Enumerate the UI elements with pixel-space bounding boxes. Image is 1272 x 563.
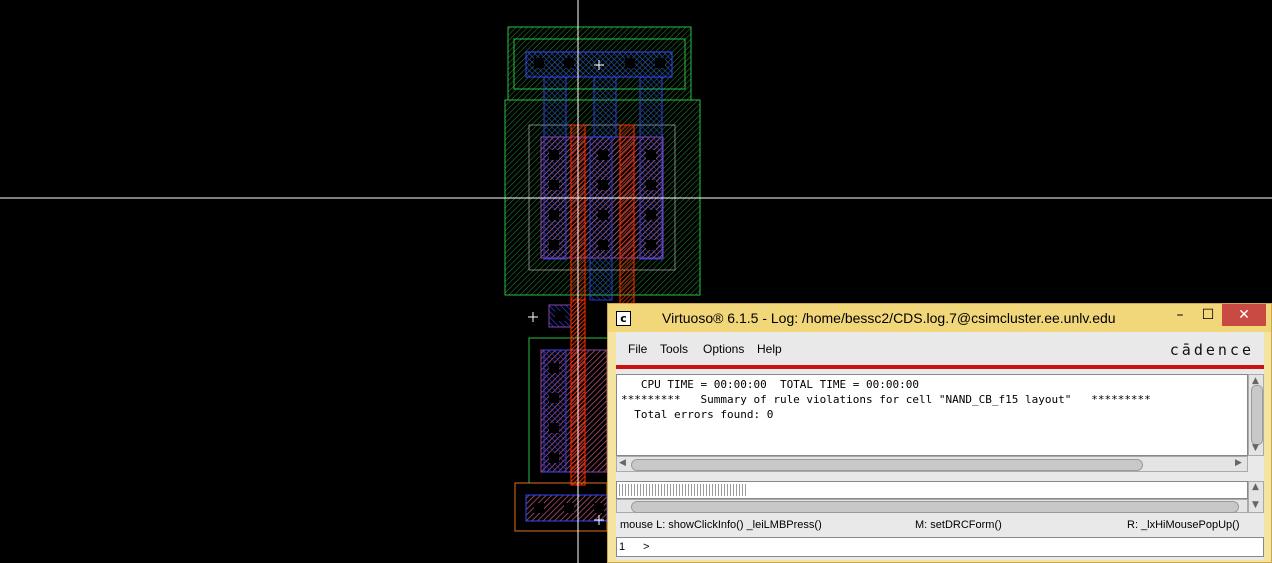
scroll-right-arrow-icon[interactable]: ▶ <box>1235 458 1242 468</box>
scrollbar-thumb[interactable] <box>631 501 1239 513</box>
scroll-up-arrow-icon[interactable]: ▲ <box>1252 482 1259 492</box>
input-vertical-scrollbar[interactable]: ▲ ▼ <box>1248 481 1264 513</box>
status-bar: 1 > <box>616 537 1264 557</box>
menubar: File Tools Options Help cādence <box>616 332 1264 365</box>
close-button[interactable]: ✕ <box>1222 304 1266 326</box>
log-line: ********* Summary of rule violations for… <box>621 393 1151 406</box>
input-pin <box>548 304 572 328</box>
status-number: 1 <box>619 541 626 553</box>
menu-options[interactable]: Options <box>703 342 744 356</box>
scroll-down-arrow-icon[interactable]: ▼ <box>1252 443 1259 453</box>
status-prompt: > <box>643 541 650 553</box>
maximize-button[interactable]: ☐ <box>1194 304 1222 326</box>
command-input-area[interactable] <box>616 481 1248 499</box>
mouse-bindings-bar: mouse L: showClickInfo() _leiLMBPress() … <box>616 518 1264 534</box>
log-line: Total errors found: 0 <box>621 408 774 421</box>
window-title: Virtuoso® 6.1.5 - Log: /home/bessc2/CDS.… <box>662 310 1116 326</box>
scroll-left-arrow-icon[interactable]: ◀ <box>619 458 626 468</box>
window-client-area: File Tools Options Help cādence CPU TIME… <box>616 332 1264 560</box>
log-horizontal-scrollbar[interactable]: ◀ ▶ <box>616 456 1248 472</box>
scrollbar-thumb[interactable] <box>1251 385 1263 445</box>
scrollbar-thumb[interactable] <box>631 459 1143 471</box>
menu-help[interactable]: Help <box>757 342 782 356</box>
window-titlebar[interactable]: c Virtuoso® 6.1.5 - Log: /home/bessc2/CD… <box>608 304 1271 332</box>
brand-divider <box>616 365 1264 369</box>
log-vertical-scrollbar[interactable]: ▲ ▼ <box>1248 374 1264 456</box>
log-output[interactable]: CPU TIME = 00:00:00 TOTAL TIME = 00:00:0… <box>616 374 1248 456</box>
log-line: CPU TIME = 00:00:00 TOTAL TIME = 00:00:0… <box>621 378 920 391</box>
scroll-down-arrow-icon[interactable]: ▼ <box>1252 500 1259 510</box>
input-horizontal-scrollbar[interactable] <box>616 499 1248 513</box>
virtuoso-log-window: c Virtuoso® 6.1.5 - Log: /home/bessc2/CD… <box>607 303 1272 563</box>
cadence-logo: cādence <box>1169 341 1254 359</box>
mouse-left-binding: mouse L: showClickInfo() _leiLMBPress() <box>620 519 822 531</box>
command-input[interactable] <box>619 484 747 496</box>
menu-file[interactable]: File <box>628 342 647 356</box>
mouse-right-binding: R: _lxHiMousePopUp() <box>1127 519 1240 531</box>
minimize-button[interactable]: – <box>1166 304 1194 326</box>
mouse-middle-binding: M: setDRCForm() <box>915 519 1002 531</box>
menu-tools[interactable]: Tools <box>660 342 688 356</box>
cadence-c-icon: c <box>616 311 631 326</box>
